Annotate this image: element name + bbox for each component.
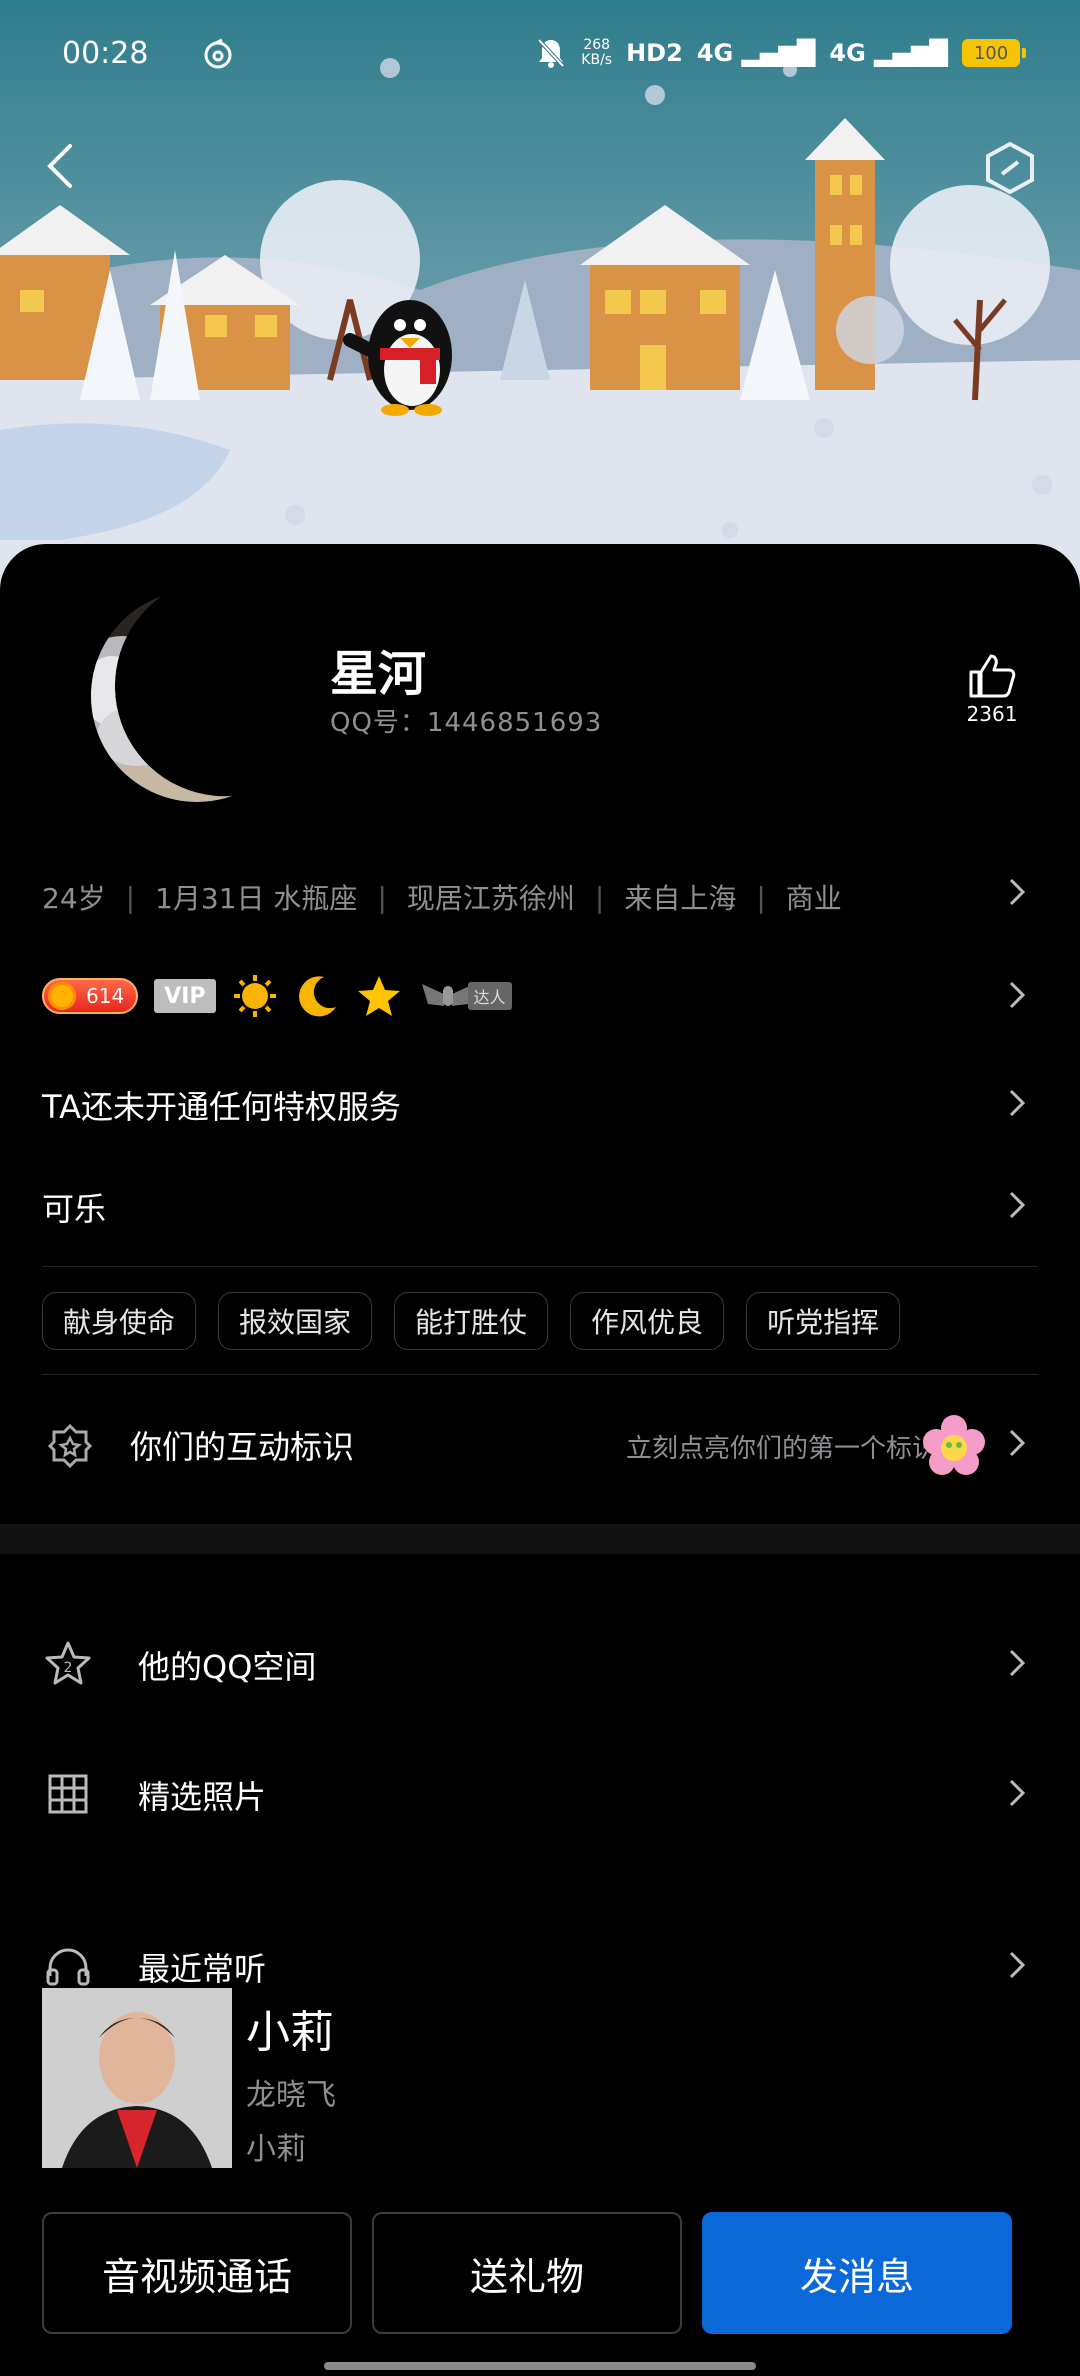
recent-song-card[interactable]: 小莉 龙晓飞 小莉 — [42, 1988, 1038, 2168]
sun-level-icon — [233, 975, 276, 1017]
song-title: 小莉 — [246, 2007, 334, 2058]
info-divider: | — [594, 880, 605, 914]
avatar[interactable] — [42, 596, 232, 826]
hd-indicator: HD2 — [626, 39, 683, 67]
grid-icon — [48, 1774, 88, 1814]
like-count: 2361 — [966, 702, 1018, 726]
info-birthday: 1月31日 水瓶座 — [155, 882, 358, 915]
profile-card: 星河 QQ号：1446851693 2361 24岁 | 1月31日 水瓶座 |… — [0, 544, 1080, 2376]
moon-level-icon — [298, 976, 336, 1017]
menu-label: 最近常听 — [138, 1950, 267, 1988]
song-artist: 龙晓飞 — [246, 2078, 336, 2113]
tag-item[interactable]: 作风优良 — [570, 1292, 725, 1350]
chevron-right-icon — [1009, 1649, 1026, 1677]
tag-item[interactable]: 献身使命 — [42, 1292, 197, 1350]
menu-item-qzone[interactable]: 2 他的QQ空间 — [42, 1622, 1038, 1702]
info-divider: | — [125, 880, 136, 914]
signal-4g-2: 4G ▂▄▆█ — [829, 39, 948, 67]
settings-hexagon-icon[interactable] — [982, 140, 1038, 196]
chevron-right-icon[interactable] — [1008, 1088, 1026, 1118]
battery-indicator: 100 — [962, 39, 1026, 67]
headphones-icon — [46, 1948, 90, 1986]
sun-icon — [48, 982, 76, 1010]
star-level-icon — [357, 976, 400, 1016]
info-hometown: 来自上海 — [624, 882, 737, 915]
chevron-right-icon[interactable] — [1008, 980, 1026, 1010]
tag-item[interactable]: 听党指挥 — [746, 1292, 901, 1350]
chevron-right-icon[interactable] — [1008, 1190, 1026, 1220]
chevron-right-icon — [1009, 1429, 1026, 1457]
netease-music-icon — [204, 38, 232, 69]
info-divider: | — [377, 880, 387, 914]
menu-label: 精选照片 — [138, 1778, 267, 1816]
info-age: 24岁 — [42, 882, 106, 915]
chevron-right-icon — [1009, 1951, 1026, 1979]
signature-row[interactable]: 可乐 — [42, 1184, 106, 1230]
flower-icon — [923, 1415, 985, 1475]
privilege-row[interactable]: TA还未开通任何特权服务 — [42, 1082, 401, 1128]
info-industry: 商业 — [785, 882, 842, 915]
mute-bell-icon — [537, 38, 565, 68]
profile-info-row[interactable]: 24岁 | 1月31日 水瓶座 | 现居江苏徐州 | 来自上海 | 商业 — [42, 872, 1038, 922]
badges-row[interactable]: 614 VIP 达人 — [42, 968, 1038, 1024]
like-button[interactable]: 2361 — [960, 652, 1024, 726]
chevron-right-icon — [1009, 1779, 1026, 1807]
song-album: 小莉 — [246, 2132, 306, 2167]
status-time: 00:28 — [62, 36, 149, 71]
chevron-right-icon[interactable] — [1008, 877, 1026, 907]
thumbs-up-icon — [969, 654, 1016, 698]
av-call-button[interactable]: 音视频通话 — [42, 2212, 352, 2334]
tag-item[interactable]: 报效国家 — [218, 1292, 373, 1350]
qq-number[interactable]: QQ号：1446851693 — [330, 702, 602, 739]
send-gift-button[interactable]: 送礼物 — [372, 2212, 682, 2334]
home-indicator[interactable] — [324, 2362, 756, 2370]
vip-badge: VIP — [154, 979, 216, 1013]
divider — [42, 1266, 1038, 1267]
qzone-star-icon: 2 — [45, 1641, 91, 1685]
divider — [42, 1374, 1038, 1375]
net-speed: 268 KB/s — [581, 37, 613, 68]
status-right-group: 268 KB/s HD2 4G ▂▄▆█ 4G ▂▄▆█ 100 — [535, 36, 1026, 70]
svg-text:2: 2 — [64, 1660, 73, 1676]
level-badge: 614 — [42, 978, 139, 1014]
send-message-button[interactable]: 发消息 — [702, 2212, 1012, 2334]
action-bar: 音视频通话 送礼物 发消息 — [42, 2212, 1042, 2334]
status-bar: 00:28 268 KB/s HD2 4G ▂▄▆█ 4G ▂▄▆█ 100 — [0, 0, 1080, 110]
section-gap — [0, 1524, 1080, 1554]
interaction-title: 你们的互动标识 — [130, 1428, 355, 1466]
interaction-marks-row[interactable]: 你们的互动标识 立刻点亮你们的第一个标识 — [42, 1404, 1038, 1484]
talent-badge: 达人 — [418, 976, 514, 1016]
tag-item[interactable]: 能打胜仗 — [394, 1292, 549, 1350]
back-arrow-icon[interactable] — [40, 140, 80, 192]
personal-tags: 献身使命 报效国家 能打胜仗 作风优良 听党指挥 — [42, 1292, 901, 1350]
interaction-hint: 立刻点亮你们的第一个标识 — [625, 1434, 938, 1464]
info-divider: | — [756, 880, 766, 914]
signal-4g-1: 4G ▂▄▆█ — [696, 39, 816, 67]
info-location: 现居江苏徐州 — [406, 882, 575, 915]
album-cover — [42, 1988, 232, 2168]
menu-item-photos[interactable]: 精选照片 — [42, 1752, 1038, 1832]
menu-label: 他的QQ空间 — [138, 1648, 317, 1686]
nickname: 星河 — [330, 646, 427, 702]
interaction-badge-icon — [48, 1424, 92, 1468]
